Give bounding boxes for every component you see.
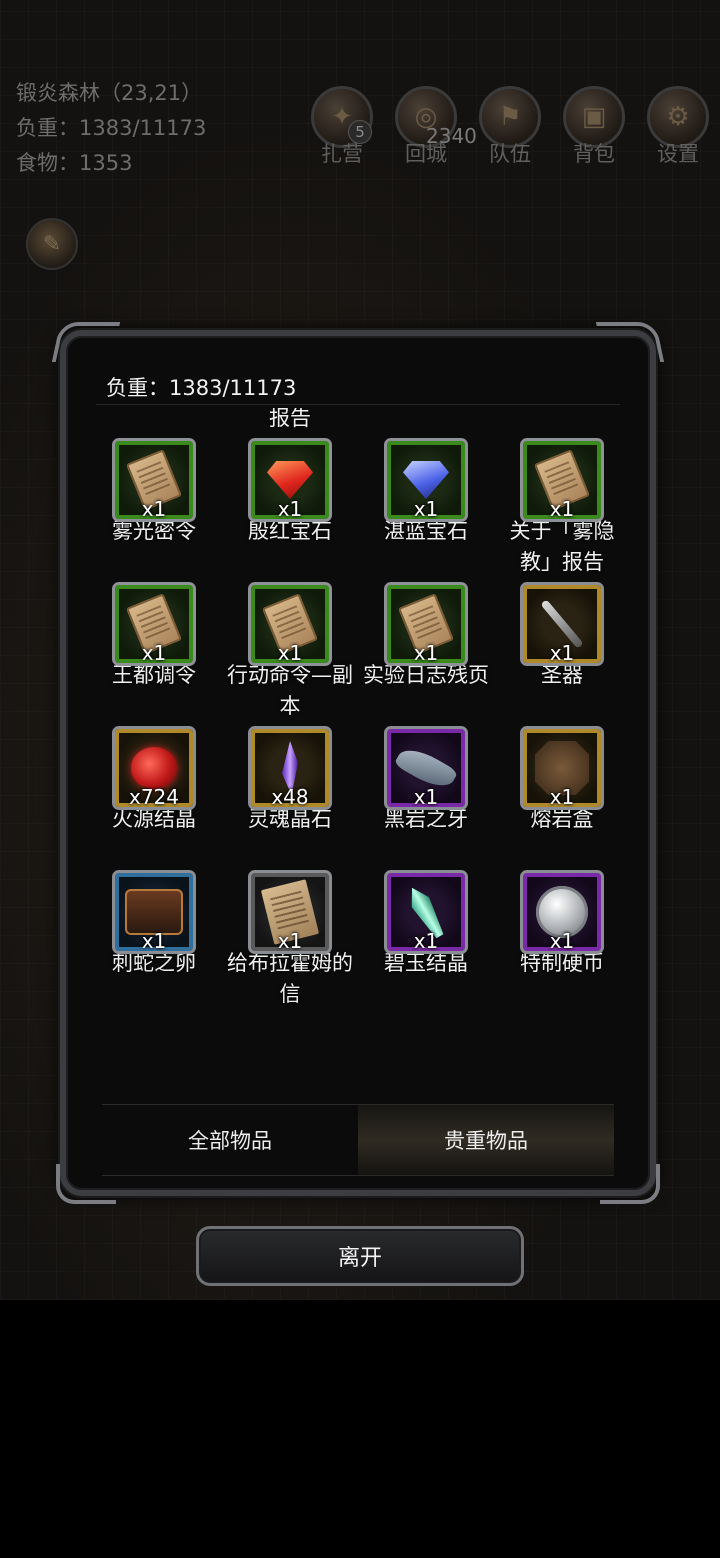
inventory-item[interactable]: x1 王都调令: [86, 582, 222, 726]
frame-corner-ornament: [51, 322, 121, 362]
item-slot: x724: [112, 726, 196, 810]
fire-crystal-icon: [131, 747, 177, 789]
inventory-item[interactable]: x1金属齿轮: [358, 408, 494, 438]
item-count: x1: [277, 929, 303, 953]
inventory-item[interactable]: x1 熔岩盒: [494, 726, 630, 870]
item-count: x724: [128, 785, 179, 809]
team-label: 队伍: [489, 142, 531, 166]
tab-valuable-items[interactable]: 贵重物品: [358, 1105, 614, 1175]
item-name: 实验队伍伤亡报告: [269, 408, 311, 430]
map-scroll-icon[interactable]: ✎: [26, 218, 78, 270]
item-slot: x1: [520, 870, 604, 954]
inventory-item[interactable]: x1君王的旨意: [494, 408, 630, 438]
item-name: 关于「雾隐教」报告: [509, 519, 615, 574]
return-city-button[interactable]: ◎ 2340 回城: [394, 86, 477, 168]
item-slot: x48: [248, 726, 332, 810]
inventory-item[interactable]: x1 刺蛇之卵: [86, 870, 222, 1014]
item-slot: x1: [112, 438, 196, 522]
inventory-tabs: 全部物品 贵重物品: [102, 1104, 614, 1176]
inventory-item[interactable]: x1 关于「雾隐教」报告: [494, 438, 630, 582]
item-count: x1: [413, 641, 439, 665]
item-slot: x1: [248, 438, 332, 522]
inventory-item[interactable]: x1 特制硬币: [494, 870, 630, 1014]
leave-button[interactable]: 离开: [196, 1226, 524, 1286]
tab-all-items[interactable]: 全部物品: [102, 1105, 358, 1175]
item-count: x1: [277, 641, 303, 665]
item-count: x1: [277, 497, 303, 521]
inventory-item[interactable]: x724 火源结晶: [86, 726, 222, 870]
inventory-item[interactable]: x1 殷红宝石: [222, 438, 358, 582]
camp-badge: 5: [348, 120, 372, 144]
inventory-item[interactable]: x48 灵魂晶石: [222, 726, 358, 870]
item-count: x1: [549, 929, 575, 953]
item-count: x48: [271, 785, 309, 809]
inventory-item[interactable]: x1 实验日志残页: [358, 582, 494, 726]
item-count: x1: [413, 929, 439, 953]
team-button[interactable]: ⚑ 队伍: [478, 86, 542, 168]
backpack-button[interactable]: ▣ 背包: [562, 86, 626, 168]
item-slot: x1: [384, 870, 468, 954]
hud-food: 食物：1353: [16, 151, 133, 175]
item-count: x1: [141, 929, 167, 953]
item-name: 给布拉霍姆的信: [227, 951, 353, 1006]
divider: [96, 404, 620, 405]
item-name: 行动命令—副本: [227, 663, 353, 718]
item-slot: x1: [384, 438, 468, 522]
item-slot: x1: [248, 870, 332, 954]
location-info: 锻炎森林（23,21） 负重：1383/11173 食物：1353: [16, 76, 206, 181]
item-slot: x1: [112, 870, 196, 954]
item-slot: x1: [384, 582, 468, 666]
inventory-item[interactable]: x1 圣器: [494, 582, 630, 726]
inventory-item[interactable]: x1实验队伍伤亡报告: [222, 408, 358, 438]
red-gem-icon: [267, 461, 313, 499]
inventory-item[interactable]: x1 碧玉结晶: [358, 870, 494, 1014]
inventory-item[interactable]: x1紧急报告: [86, 408, 222, 438]
panel-weight: 负重：1383/11173: [106, 376, 297, 400]
item-count: x1: [549, 785, 575, 809]
inventory-panel: 负重：1383/11173 x1紧急报告x1实验队伍伤亡报告x1金属齿轮x1君王…: [51, 322, 665, 1204]
hud-weight: 负重：1383/11173: [16, 116, 207, 140]
inventory-item[interactable]: x1 雾光密令: [86, 438, 222, 582]
inventory-item[interactable]: x1 湛蓝宝石: [358, 438, 494, 582]
return-city-count: 2340: [426, 124, 477, 148]
inventory-item[interactable]: x1 给布拉霍姆的信: [222, 870, 358, 1014]
settings-button[interactable]: ⚙ 设置: [646, 86, 710, 168]
location-name: 锻炎森林（23,21）: [16, 81, 203, 105]
item-slot: x1: [520, 582, 604, 666]
item-count: x1: [413, 785, 439, 809]
item-count: x1: [549, 497, 575, 521]
item-count: x1: [413, 497, 439, 521]
item-grid-scroll[interactable]: x1紧急报告x1实验队伍伤亡报告x1金属齿轮x1君王的旨意x1雾光密令x1殷红宝…: [86, 408, 630, 1092]
item-count: x1: [549, 641, 575, 665]
settings-label: 设置: [657, 142, 699, 166]
inventory-item[interactable]: x1 黑岩之牙: [358, 726, 494, 870]
item-slot: x1: [520, 726, 604, 810]
item-slot: x1: [112, 582, 196, 666]
item-slot: x1: [248, 582, 332, 666]
item-count: x1: [141, 641, 167, 665]
hud-menu: ✦ 5 扎营 ◎ 2340 回城 ⚑ 队伍 ▣ 背包 ⚙ 设置: [310, 86, 710, 168]
item-count: x1: [141, 497, 167, 521]
blue-gem-icon: [403, 461, 449, 499]
camp-button[interactable]: ✦ 5 扎营: [310, 86, 374, 168]
inventory-item[interactable]: x1 行动命令—副本: [222, 582, 358, 726]
item-slot: x1: [520, 438, 604, 522]
backpack-label: 背包: [573, 142, 615, 166]
item-slot: x1: [384, 726, 468, 810]
